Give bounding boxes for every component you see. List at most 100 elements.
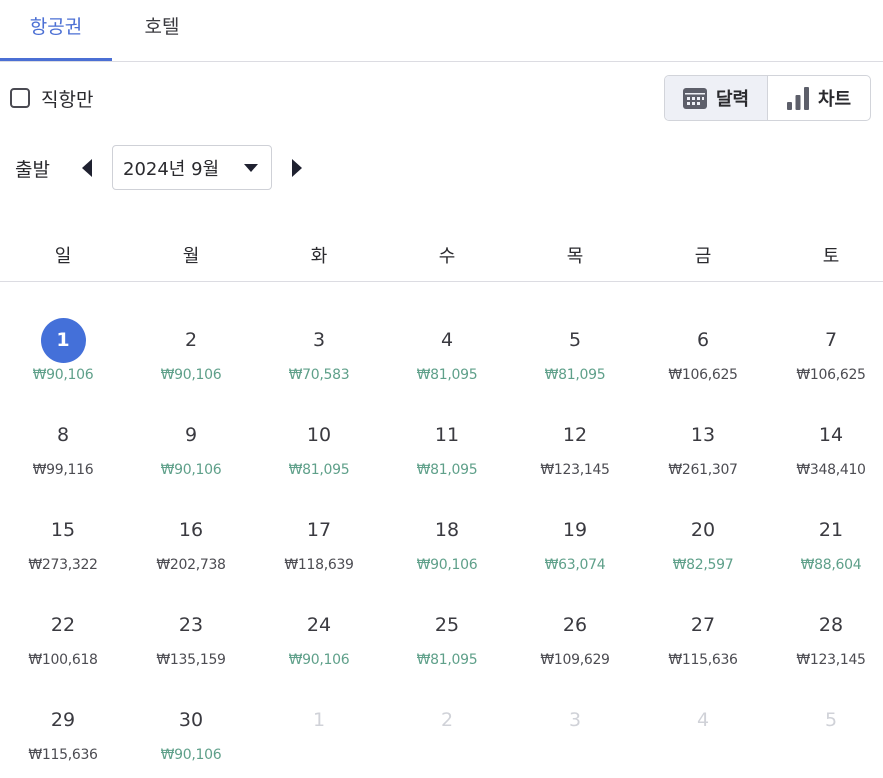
next-month-day: 1 (264, 698, 374, 778)
calendar-day[interactable]: 9 ₩90,106 (136, 413, 246, 493)
day-number: 5 (568, 329, 582, 351)
triangle-right-icon (292, 159, 302, 177)
day-number: 5 (824, 709, 838, 731)
direct-only-checkbox[interactable] (10, 88, 30, 108)
calendar-day[interactable]: 25 ₩81,095 (392, 603, 502, 683)
tab-hotels[interactable]: 호텔 (112, 0, 212, 60)
calendar-day[interactable]: 11 ₩81,095 (392, 413, 502, 493)
calendar-day[interactable]: 5 ₩81,095 (520, 318, 630, 398)
day-price: ₩90,106 (32, 367, 94, 383)
weekday-label: 일 (54, 246, 72, 267)
day-number: 6 (696, 329, 710, 351)
day-price: ₩82,597 (672, 557, 734, 573)
next-month-day: 2 (392, 698, 502, 778)
day-number: 30 (178, 709, 204, 731)
calendar-day[interactable]: 13 ₩261,307 (648, 413, 758, 493)
day-price: ₩88,604 (800, 557, 862, 573)
calendar-day[interactable]: 16 ₩202,738 (136, 508, 246, 588)
calendar-day[interactable]: 8 ₩99,116 (8, 413, 118, 493)
day-price: ₩109,629 (540, 652, 610, 668)
next-month-button[interactable] (289, 157, 305, 179)
day-number: 16 (178, 519, 204, 541)
calendar-day[interactable]: 3 ₩70,583 (264, 318, 374, 398)
day-price: ₩118,639 (284, 557, 354, 573)
day-price: ₩81,095 (416, 462, 478, 478)
weekday-label: 토 (822, 246, 840, 267)
calendar-day[interactable]: 30 ₩90,106 (136, 698, 246, 778)
day-number: 25 (434, 614, 460, 636)
day-number: 23 (178, 614, 204, 636)
calendar-view-label: 달력 (715, 89, 750, 110)
day-price: ₩135,159 (156, 652, 226, 668)
day-price: ₩106,625 (668, 367, 738, 383)
month-select-value: 2024년 9월 (123, 158, 220, 180)
day-number: 26 (562, 614, 588, 636)
weekday-label: 화 (310, 246, 328, 267)
day-number: 8 (56, 424, 70, 446)
calendar-day[interactable]: 15 ₩273,322 (8, 508, 118, 588)
calendar-day[interactable]: 6 ₩106,625 (648, 318, 758, 398)
calendar-day[interactable]: 21 ₩88,604 (776, 508, 883, 588)
tab-flights[interactable]: 항공권 (0, 0, 112, 61)
weekday-header: 일 월 화 수 목 금 토 (0, 234, 883, 282)
day-price: ₩106,625 (796, 367, 866, 383)
selected-day-number: 1 (40, 318, 86, 363)
next-month-day: 4 (648, 698, 758, 778)
view-toggle: 달력 차트 (664, 75, 871, 121)
active-tab-indicator (0, 58, 112, 61)
day-number: 3 (312, 329, 326, 351)
calendar-day[interactable]: 1 ₩90,106 (8, 318, 118, 398)
calendar-day[interactable]: 2 ₩90,106 (136, 318, 246, 398)
tab-flights-label: 항공권 (29, 16, 83, 38)
calendar-day[interactable]: 27 ₩115,636 (648, 603, 758, 683)
day-number: 21 (818, 519, 844, 541)
calendar-day[interactable]: 24 ₩90,106 (264, 603, 374, 683)
calendar-day[interactable]: 17 ₩118,639 (264, 508, 374, 588)
day-number: 29 (50, 709, 76, 731)
calendar-day[interactable]: 12 ₩123,145 (520, 413, 630, 493)
prev-month-button[interactable] (79, 157, 95, 179)
calendar-day[interactable]: 18 ₩90,106 (392, 508, 502, 588)
day-price: ₩100,618 (28, 652, 98, 668)
next-month-day: 3 (520, 698, 630, 778)
day-price: ₩202,738 (156, 557, 226, 573)
day-number: 28 (818, 614, 844, 636)
calendar-day[interactable]: 10 ₩81,095 (264, 413, 374, 493)
day-price: ₩99,116 (32, 462, 94, 478)
top-tabs: 항공권 호텔 (0, 0, 883, 62)
day-number: 20 (690, 519, 716, 541)
month-select[interactable]: 2024년 9월 (112, 145, 272, 190)
day-number: 2 (440, 709, 454, 731)
calendar-day[interactable]: 23 ₩135,159 (136, 603, 246, 683)
day-price: ₩90,106 (288, 652, 350, 668)
departure-label: 출발 (15, 159, 50, 181)
day-number: 18 (434, 519, 460, 541)
calendar-day[interactable]: 28 ₩123,145 (776, 603, 883, 683)
direct-only-label: 직항만 (41, 88, 94, 111)
calendar-day[interactable]: 26 ₩109,629 (520, 603, 630, 683)
day-number: 14 (818, 424, 844, 446)
calendar-day[interactable]: 4 ₩81,095 (392, 318, 502, 398)
chart-view-button[interactable]: 차트 (768, 76, 870, 120)
day-number: 4 (696, 709, 710, 731)
calendar-view-button[interactable]: 달력 (665, 76, 768, 120)
calendar-day[interactable]: 19 ₩63,074 (520, 508, 630, 588)
weekday-label: 목 (566, 246, 584, 267)
calendar-day[interactable]: 7 ₩106,625 (776, 318, 883, 398)
calendar-day[interactable]: 20 ₩82,597 (648, 508, 758, 588)
day-number: 13 (690, 424, 716, 446)
day-price: ₩261,307 (668, 462, 738, 478)
calendar-day[interactable]: 29 ₩115,636 (8, 698, 118, 778)
calendar-day[interactable]: 14 ₩348,410 (776, 413, 883, 493)
day-price: ₩90,106 (160, 367, 222, 383)
day-price: ₩81,095 (544, 367, 606, 383)
day-number: 3 (568, 709, 582, 731)
calendar-day[interactable]: 22 ₩100,618 (8, 603, 118, 683)
day-number: 2 (184, 329, 198, 351)
tab-hotels-label: 호텔 (144, 16, 180, 38)
direct-only-filter[interactable]: 직항만 (10, 85, 93, 111)
day-number: 24 (306, 614, 332, 636)
day-number: 11 (434, 424, 460, 446)
day-number: 1 (312, 709, 326, 731)
day-number: 22 (50, 614, 76, 636)
